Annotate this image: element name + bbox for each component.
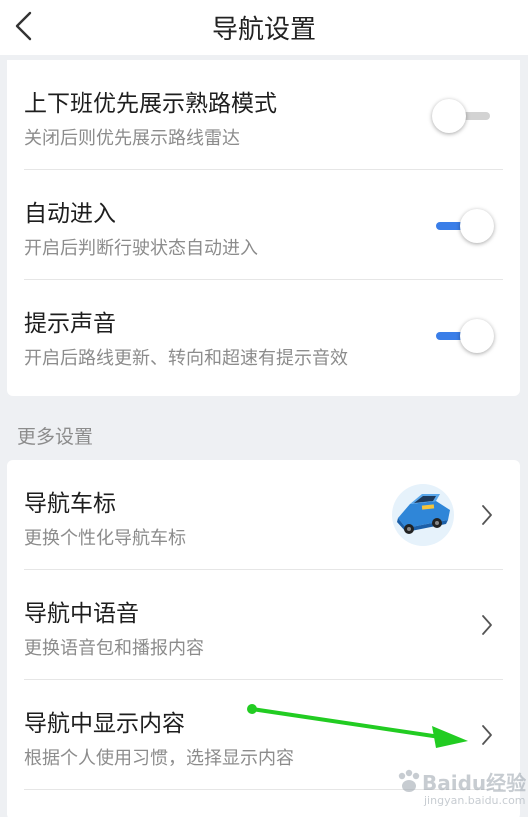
chevron-right-icon [482, 505, 492, 525]
setting-subtitle: 更换语音包和播报内容 [24, 638, 204, 659]
setting-title: 导航中语音 [24, 601, 139, 627]
baidu-watermark: Baidu经验 jingyan.baidu.com [394, 763, 526, 813]
setting-title: 导航车标 [24, 491, 116, 517]
toggle-knob [460, 209, 494, 243]
setting-subtitle: 开启后判断行驶状态自动进入 [24, 238, 258, 259]
nav-header: 导航设置 [0, 0, 528, 55]
watermark-brand: Baidu经验 [422, 771, 527, 795]
chevron-right-icon [482, 615, 492, 635]
auto-enter-toggle[interactable] [432, 208, 494, 244]
car-icon [392, 484, 454, 546]
setting-subtitle: 根据个人使用习惯，选择显示内容 [24, 748, 294, 769]
prompt-sound-toggle[interactable] [432, 318, 494, 354]
setting-row-prompt-sound: 提示声音 开启后路线更新、转向和超速有提示音效 [7, 280, 520, 390]
setting-title: 上下班优先展示熟路模式 [24, 91, 277, 117]
toggle-knob [432, 99, 466, 133]
setting-title: 导航中显示内容 [24, 711, 185, 737]
section-label-more-settings: 更多设置 [17, 426, 94, 448]
setting-subtitle: 更换个性化导航车标 [24, 528, 186, 549]
commute-mode-toggle[interactable] [432, 98, 494, 134]
chevron-right-icon [482, 725, 492, 745]
setting-subtitle: 开启后路线更新、转向和超速有提示音效 [24, 348, 348, 369]
page-title: 导航设置 [211, 15, 316, 45]
setting-row-navigation-voice[interactable]: 导航中语音 更换语音包和播报内容 [7, 570, 520, 680]
setting-subtitle: 关闭后则优先展示路线雷达 [24, 128, 240, 149]
toggle-knob [460, 319, 494, 353]
setting-title: 提示声音 [24, 311, 116, 337]
setting-row-commute-mode: 上下班优先展示熟路模式 关闭后则优先展示路线雷达 [7, 60, 520, 170]
setting-row-car-icon[interactable]: 导航车标 更换个性化导航车标 [7, 460, 520, 570]
setting-row-auto-enter: 自动进入 开启后判断行驶状态自动进入 [7, 170, 520, 280]
paw-logo-icon [398, 769, 420, 792]
setting-title: 自动进入 [24, 201, 116, 227]
watermark-url: jingyan.baidu.com [424, 794, 526, 807]
settings-card-general: 上下班优先展示熟路模式 关闭后则优先展示路线雷达 自动进入 开启后判断行驶状态自… [7, 60, 520, 396]
